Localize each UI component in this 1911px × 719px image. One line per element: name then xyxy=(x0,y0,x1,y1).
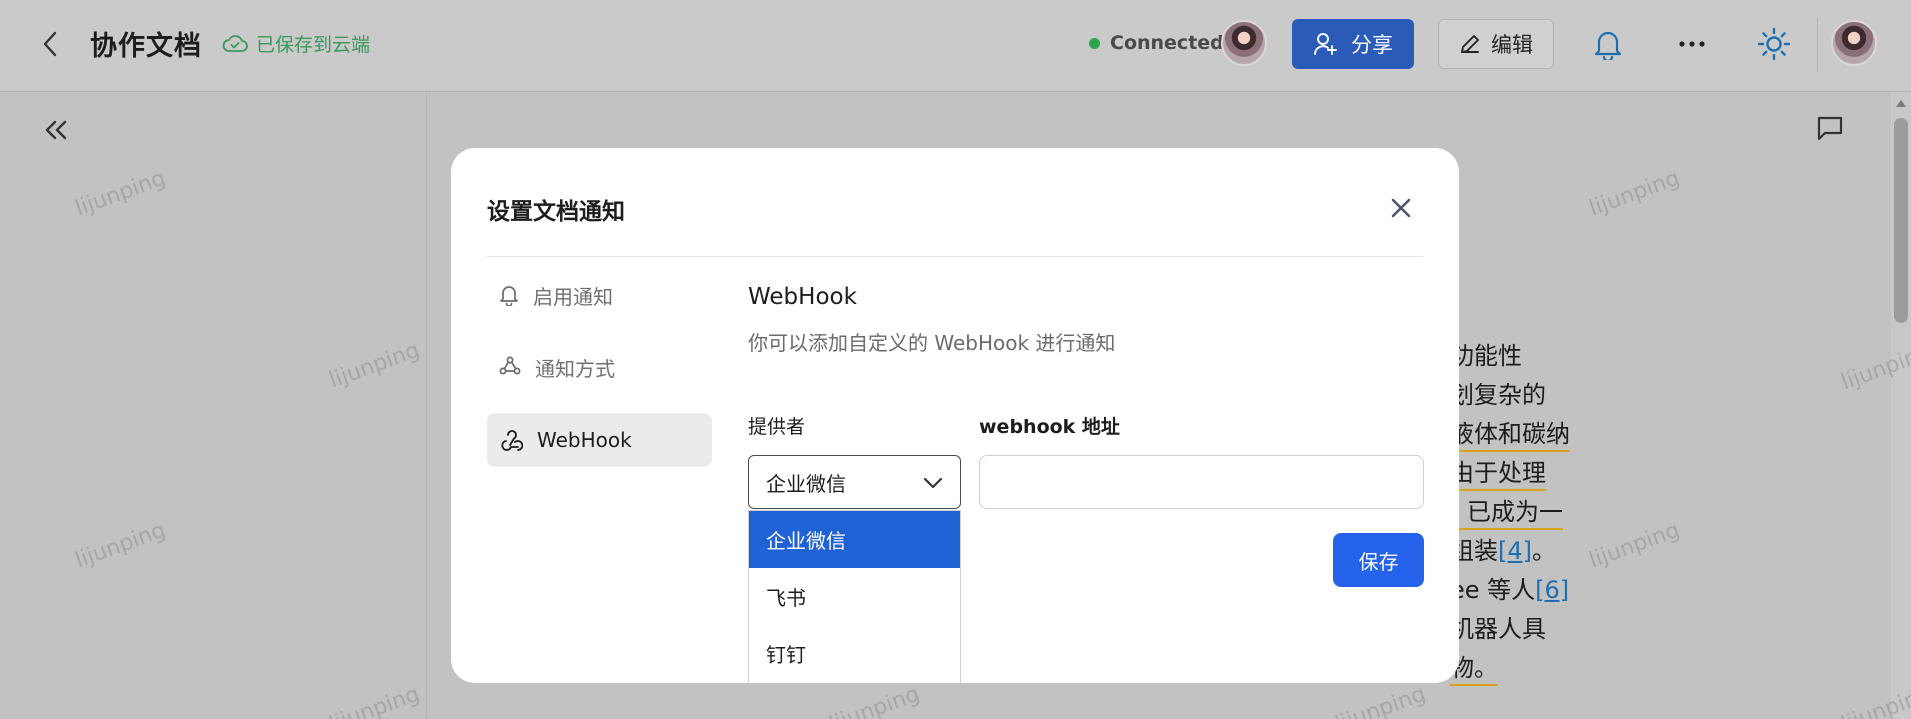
watermark: lijunping xyxy=(1586,165,1684,222)
section-title: WebHook xyxy=(748,284,857,310)
doc-text-fragment: ) 已成为一 xyxy=(1450,492,1563,530)
cloud-check-icon xyxy=(222,34,248,52)
scrollbar-thumb[interactable] xyxy=(1894,118,1908,323)
dialog-divider xyxy=(487,256,1423,257)
provider-dropdown-list: 企业微信 飞书 钉钉 xyxy=(748,510,961,683)
watermark: lijunping xyxy=(72,165,170,222)
watermark: lijunping xyxy=(1332,681,1430,719)
pencil-icon xyxy=(1461,35,1479,53)
chevrons-left-icon xyxy=(45,120,67,140)
share-nodes-icon xyxy=(499,356,521,375)
dialog-title: 设置文档通知 xyxy=(487,199,625,225)
close-icon xyxy=(1391,198,1411,218)
webhook-icon xyxy=(501,430,523,451)
provider-label: 提供者 xyxy=(748,416,806,438)
edit-button[interactable]: 编辑 xyxy=(1438,19,1554,69)
menu-item-webhook[interactable]: WebHook xyxy=(487,413,712,467)
back-button[interactable] xyxy=(34,26,66,62)
bell-icon xyxy=(1594,31,1622,60)
scroll-up-arrow[interactable] xyxy=(1896,100,1906,107)
menu-item-label: 启用通知 xyxy=(533,284,613,309)
watermark: lijunping xyxy=(326,337,424,394)
sun-icon xyxy=(1757,27,1791,61)
menu-item-notification-method[interactable]: 通知方式 xyxy=(487,340,712,394)
doc-text-fragment: 由于处理 xyxy=(1450,453,1546,491)
user-share-icon xyxy=(1314,33,1337,55)
share-button[interactable]: 分享 xyxy=(1292,19,1414,69)
notifications-button[interactable] xyxy=(1586,22,1630,66)
chevron-left-icon xyxy=(43,31,57,57)
close-button[interactable] xyxy=(1383,190,1419,226)
provider-select[interactable]: 企业微信 xyxy=(748,455,961,509)
connection-status: Connected xyxy=(1089,32,1224,54)
webhook-url-label: webhook 地址 xyxy=(979,416,1120,438)
notification-settings-dialog: 设置文档通知 启用通知 通知方式 WebHook WebHook 你可以添加自定… xyxy=(451,148,1459,683)
doc-text-fragment: 机器人具 xyxy=(1450,615,1546,643)
edit-label: 编辑 xyxy=(1491,33,1533,57)
menu-item-label: 通知方式 xyxy=(535,356,615,381)
more-horizontal-icon xyxy=(1679,41,1705,47)
doc-text-fragment: ee 等人[6] xyxy=(1450,570,1569,605)
provider-option[interactable]: 钉钉 xyxy=(749,625,960,682)
provider-select-value: 企业微信 xyxy=(766,471,846,496)
comments-button[interactable] xyxy=(1812,110,1848,146)
chevron-down-icon xyxy=(923,477,943,489)
watermark: lijunping xyxy=(826,681,924,719)
collapse-sidebar-button[interactable] xyxy=(38,112,74,148)
connection-dot xyxy=(1089,37,1100,49)
citation-link-6[interactable]: [6] xyxy=(1535,576,1569,604)
watermark: lijunping xyxy=(326,681,424,719)
provider-option[interactable]: 企业微信 xyxy=(749,511,960,568)
comment-icon xyxy=(1817,116,1843,141)
doc-text-fragment: 液体和碳纳 xyxy=(1450,414,1570,452)
connection-label: Connected xyxy=(1110,32,1224,54)
user-avatar[interactable] xyxy=(1831,20,1877,66)
webhook-url-input[interactable] xyxy=(979,455,1424,509)
menu-item-label: WebHook xyxy=(537,428,632,452)
menu-item-enable-notifications[interactable]: 启用通知 xyxy=(487,268,712,322)
save-button[interactable]: 保存 xyxy=(1333,533,1424,587)
sidebar-divider xyxy=(426,92,427,719)
top-header: 协作文档 已保存到云端 Connected 分享 编辑 xyxy=(0,0,1911,92)
bell-icon xyxy=(500,286,518,306)
provider-option[interactable]: 飞书 xyxy=(749,568,960,625)
saved-status: 已保存到云端 xyxy=(222,30,370,57)
header-divider xyxy=(1817,18,1818,72)
citation-link-4[interactable]: [4] xyxy=(1498,537,1532,565)
more-button[interactable] xyxy=(1670,22,1714,66)
doc-text-fragment: 功能性 xyxy=(1450,342,1522,370)
watermark: lijunping xyxy=(72,517,170,574)
collaborator-avatar[interactable] xyxy=(1221,20,1267,66)
doc-text-fragment: 划复杂的 xyxy=(1450,381,1546,409)
doc-text: ee 等人 xyxy=(1450,576,1536,604)
saved-status-text: 已保存到云端 xyxy=(256,34,371,56)
share-label: 分享 xyxy=(1351,33,1393,57)
doc-text: 。 xyxy=(1532,537,1556,565)
watermark: lijunping xyxy=(1586,517,1684,574)
section-description: 你可以添加自定义的 WebHook 进行通知 xyxy=(748,331,1116,355)
doc-title: 协作文档 xyxy=(90,31,202,62)
doc-text-fragment: 组装[4]。 xyxy=(1450,531,1556,566)
theme-toggle-button[interactable] xyxy=(1752,22,1796,66)
